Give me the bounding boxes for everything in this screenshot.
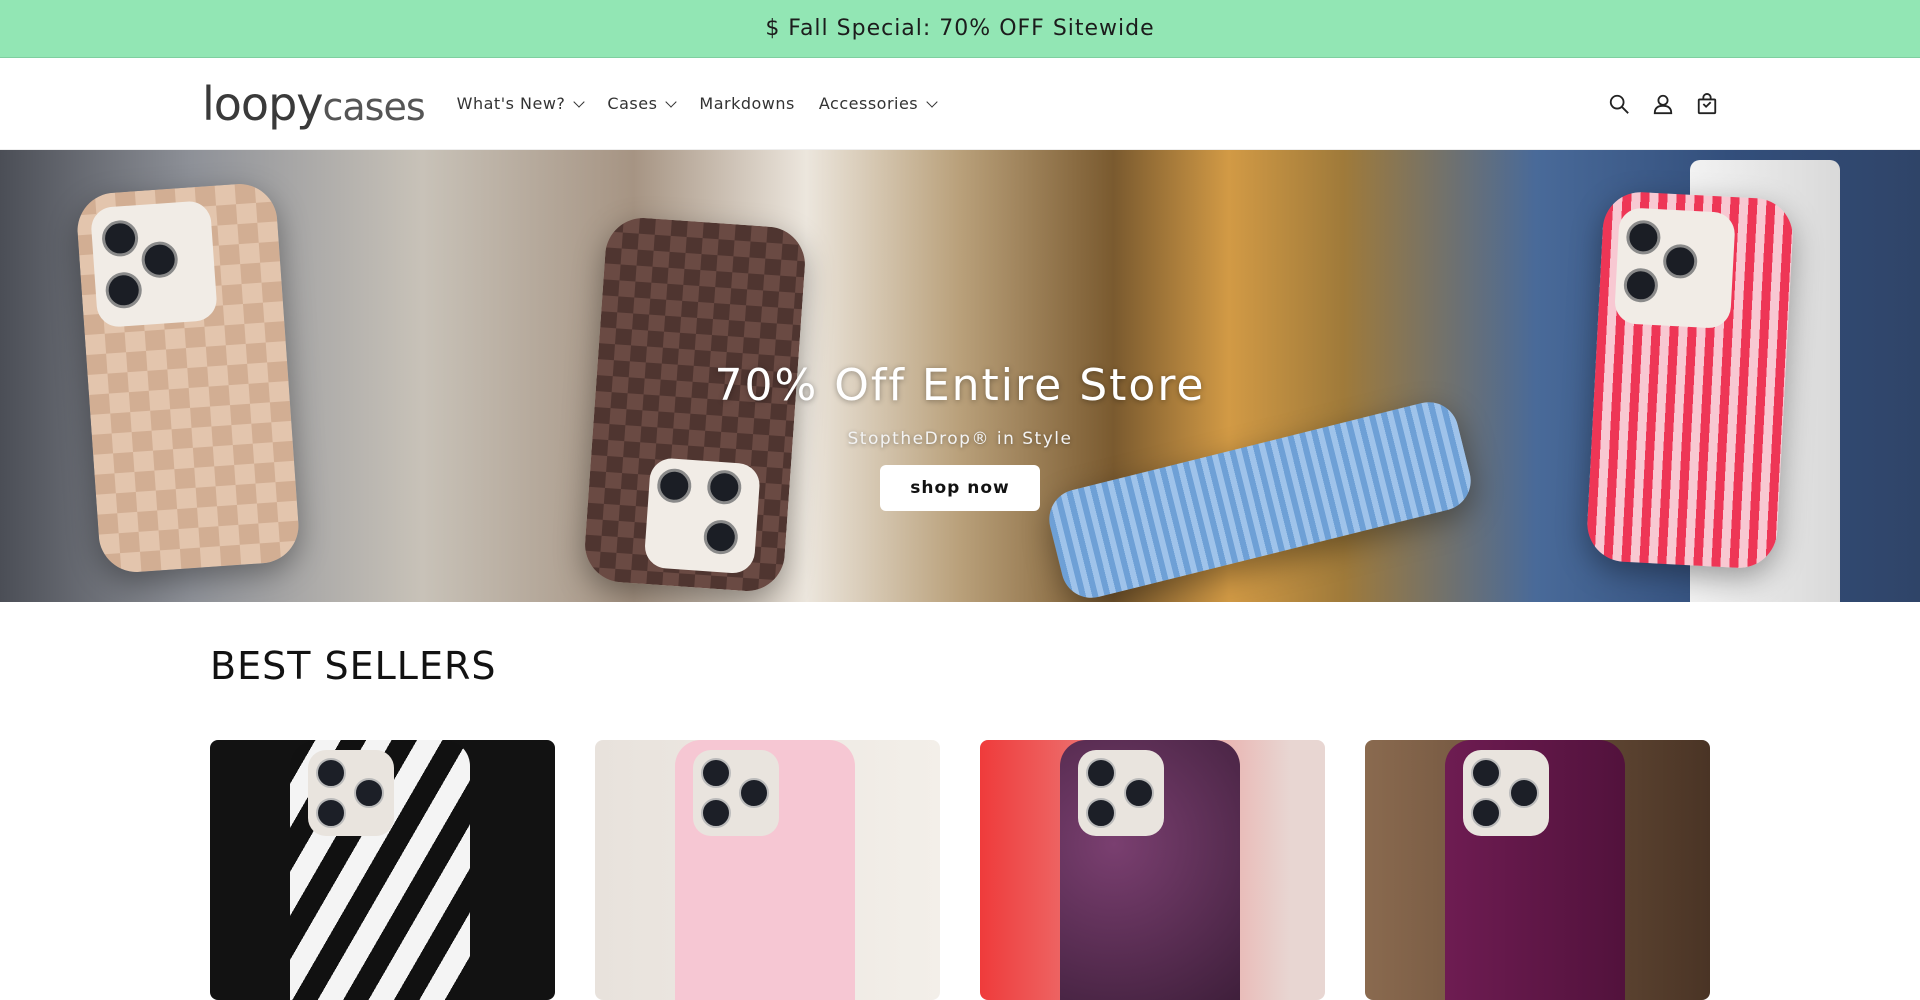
camera-lens [1471, 758, 1501, 788]
camera-lens [100, 219, 140, 258]
camera-lens [739, 778, 769, 808]
camera-lens [354, 778, 384, 808]
product-grid [210, 740, 1710, 1000]
hero-content: 70% Off Entire Store StoptheDrop® in Sty… [0, 360, 1920, 511]
cart-icon[interactable] [1696, 92, 1718, 115]
camera-lens [1086, 758, 1116, 788]
camera-lens [316, 758, 346, 788]
camera-lens [140, 240, 179, 279]
camera-lens [1625, 219, 1662, 256]
hero-subtitle: StoptheDrop® in Style [847, 429, 1073, 449]
nav-whats-new[interactable]: What's New? [456, 94, 586, 113]
camera-module [308, 750, 394, 836]
header-icons [1608, 92, 1718, 115]
best-sellers-section: BEST SELLERS [0, 644, 1920, 1000]
camera-lens [1471, 798, 1501, 828]
hero-banner: 70% Off Entire Store StoptheDrop® in Sty… [0, 150, 1920, 602]
search-icon[interactable] [1608, 93, 1630, 115]
logo-part-cases: cases [322, 84, 426, 129]
camera-lens [1623, 267, 1659, 304]
nav-accessories-label: Accessories [818, 94, 919, 113]
camera-module [693, 750, 779, 836]
camera-lens [701, 758, 731, 788]
camera-module [1078, 750, 1164, 836]
product-card-halloween[interactable] [595, 740, 940, 1000]
account-icon[interactable] [1652, 93, 1674, 115]
camera-lens [701, 798, 731, 828]
camera-lens [1086, 798, 1116, 828]
camera-module [89, 200, 219, 329]
product-image [290, 740, 470, 1000]
product-card-zebra[interactable] [210, 740, 555, 1000]
chevron-down-icon [573, 95, 586, 108]
nav-whats-new-label: What's New? [456, 94, 566, 113]
product-image [1060, 740, 1240, 1000]
hero-title: 70% Off Entire Store [714, 360, 1206, 411]
product-image [1445, 740, 1625, 1000]
announcement-text: $ Fall Special: 70% OFF Sitewide [765, 16, 1155, 41]
camera-lens [1509, 778, 1539, 808]
camera-module [1613, 207, 1736, 330]
best-sellers-title: BEST SELLERS [210, 644, 497, 688]
announcement-bar: $ Fall Special: 70% OFF Sitewide [0, 0, 1920, 58]
nav-markdowns[interactable]: Markdowns [699, 94, 794, 113]
camera-lens [316, 798, 346, 828]
camera-lens [104, 271, 143, 310]
camera-lens [1124, 778, 1154, 808]
nav-cases[interactable]: Cases [607, 94, 678, 113]
product-card-purple-shell[interactable] [980, 740, 1325, 1000]
logo-part-loopy: loopy [202, 76, 323, 131]
chevron-down-icon [926, 95, 938, 108]
nav-cases-label: Cases [607, 94, 658, 113]
camera-lens [702, 518, 739, 556]
logo[interactable]: loopy cases [202, 76, 426, 131]
product-image [675, 740, 855, 1000]
camera-module [1463, 750, 1549, 836]
chevron-down-icon [665, 95, 678, 108]
nav-markdowns-label: Markdowns [699, 94, 795, 113]
main-nav: What's New? Cases Markdowns Accessories [456, 94, 938, 113]
product-card-plum[interactable] [1365, 740, 1710, 1000]
nav-accessories[interactable]: Accessories [818, 94, 938, 113]
camera-lens [1662, 243, 1699, 280]
site-header: loopy cases What's New? Cases Markdowns A… [0, 58, 1920, 150]
shop-now-button[interactable]: shop now [880, 465, 1040, 511]
